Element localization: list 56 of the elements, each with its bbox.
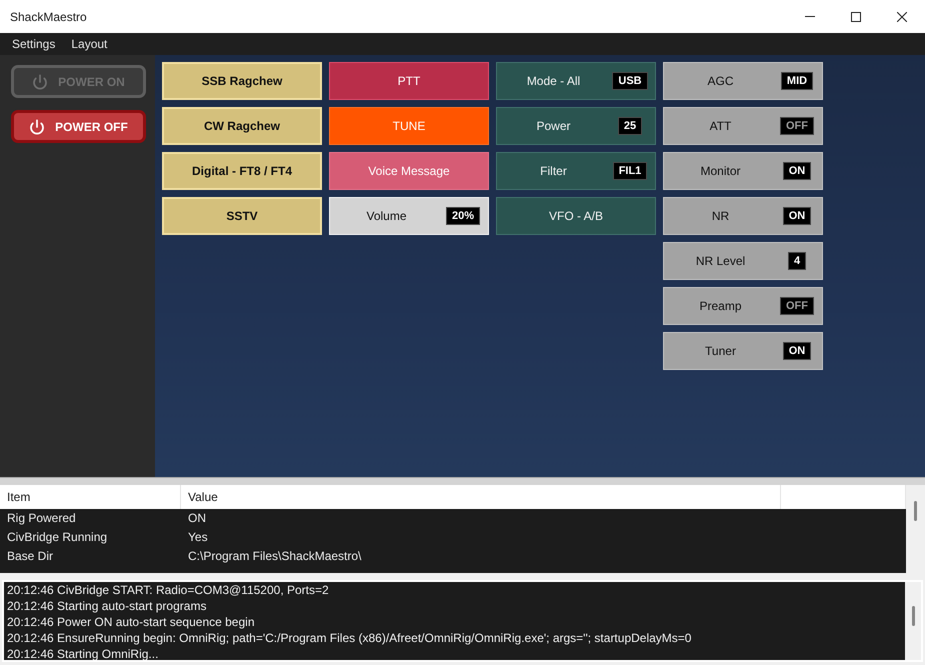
- control-button[interactable]: AGC MID: [663, 62, 823, 100]
- table-cell-text: Base Dir: [6, 548, 54, 565]
- control-button[interactable]: NR Level 4: [663, 242, 823, 280]
- window-title: ShackMaestro: [10, 10, 88, 24]
- control-button[interactable]: Power 25: [496, 107, 656, 145]
- scrollbar-thumb[interactable]: [912, 606, 914, 626]
- control-button[interactable]: Digital - FT8 / FT4: [162, 152, 322, 190]
- column-header[interactable]: Item: [0, 485, 181, 509]
- close-icon: [897, 12, 907, 22]
- log-line: 20:12:46 Power ON auto-start sequence begin: [7, 614, 256, 630]
- value-display: 4: [788, 252, 806, 270]
- value-display: OFF: [780, 117, 814, 135]
- table-cell-text: Rig Powered: [6, 510, 77, 527]
- table-cell-text: CivBridge Running: [6, 529, 108, 546]
- value-display: OFF: [780, 297, 814, 315]
- control-button[interactable]: SSTV: [162, 197, 322, 235]
- value-display: ON: [782, 162, 812, 180]
- scrollbar-thumb[interactable]: [914, 501, 917, 521]
- menu-item[interactable]: Layout: [63, 35, 116, 53]
- value-display: USB: [612, 72, 648, 90]
- control-button[interactable]: VFO - A/B: [496, 197, 656, 235]
- scrollbar[interactable]: [906, 485, 925, 573]
- table-cell-text: Yes: [187, 529, 209, 546]
- power-off-button[interactable]: POWER OFF: [11, 110, 146, 143]
- control-button[interactable]: Monitor ON: [663, 152, 823, 190]
- maximize-icon: [851, 12, 861, 22]
- control-button[interactable]: Voice Message: [329, 152, 489, 190]
- log-line: 20:12:46 CivBridge START: Radio=COM3@115200, Ports=2: [7, 582, 330, 598]
- control-button[interactable]: PTT: [329, 62, 489, 100]
- minimize-icon: [805, 16, 815, 17]
- control-button[interactable]: Preamp OFF: [663, 287, 823, 325]
- value-display: 20%: [446, 207, 480, 225]
- value-display: ON: [782, 342, 812, 360]
- control-button[interactable]: CW Ragchew: [162, 107, 322, 145]
- log-line: 20:12:46 Starting OmniRig...: [7, 646, 160, 662]
- control-button[interactable]: ATT OFF: [663, 107, 823, 145]
- table-cell-text: ON: [187, 510, 207, 527]
- value-display: 25: [618, 117, 642, 135]
- menu-item[interactable]: Settings: [4, 35, 64, 53]
- control-button[interactable]: SSB Ragchew: [162, 62, 322, 100]
- control-button[interactable]: Volume 20%: [329, 197, 489, 235]
- control-button[interactable]: Tuner ON: [663, 332, 823, 370]
- control-button[interactable]: Mode - All USB: [496, 62, 656, 100]
- splitter-handle[interactable]: [0, 477, 925, 485]
- value-display: MID: [780, 72, 814, 90]
- control-button[interactable]: NR ON: [663, 197, 823, 235]
- control-button[interactable]: Filter FIL1: [496, 152, 656, 190]
- value-display: FIL1: [612, 162, 648, 180]
- column-header[interactable]: Value: [181, 485, 781, 509]
- log-line: 20:12:46 EnsureRunning begin: OmniRig; path='C:/Program Files (x86)/Afreet/OmniRig/OmniRig.exe'; args=''; startupDelayMs=0: [7, 630, 692, 646]
- scrollbar[interactable]: [905, 582, 921, 660]
- power-icon: [32, 74, 48, 90]
- log-line: 20:12:46 Starting auto-start programs: [7, 598, 208, 614]
- power-icon: [29, 118, 46, 134]
- table-cell-text: C:\Program Files\ShackMaestro\: [187, 548, 362, 565]
- value-display: ON: [782, 207, 812, 225]
